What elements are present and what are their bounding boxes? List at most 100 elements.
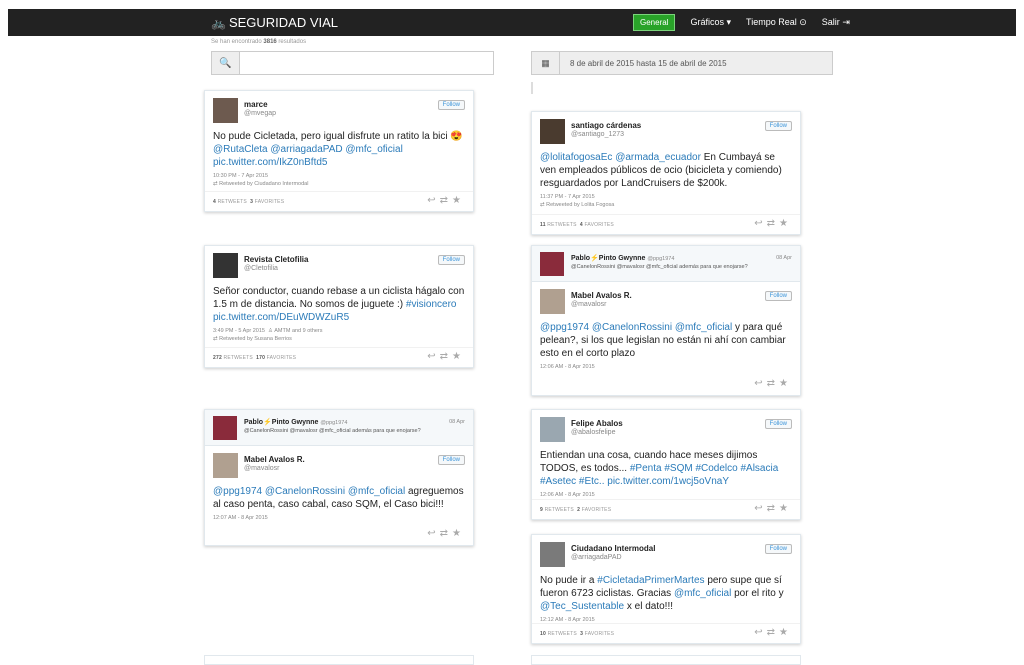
retweet-small-icon: ⇄ bbox=[213, 336, 218, 342]
nav-tiempo-real[interactable]: Tiempo Real ⊙ bbox=[746, 17, 807, 28]
favorite-icon[interactable]: ★ bbox=[779, 627, 792, 638]
parent-author-name[interactable]: Pablo⚡Pinto Gwynne bbox=[571, 255, 645, 262]
tweet-body-d: x el dato!!! bbox=[626, 601, 674, 612]
reply-icon[interactable]: ↩ bbox=[427, 351, 439, 362]
tweet-card: Pablo⚡Pinto Gwynne @ppg1974 08 Apr @Cane… bbox=[204, 409, 474, 546]
follow-button[interactable]: Follow bbox=[764, 121, 792, 131]
retweets-label: RETWEETS bbox=[547, 631, 577, 637]
tweet-timestamp[interactable]: 12:06 AM - 8 Apr 2015 bbox=[540, 492, 792, 498]
tweet-timestamp[interactable]: 11:37 PM - 7 Apr 2015 bbox=[540, 194, 792, 200]
follow-button[interactable]: Follow bbox=[437, 255, 465, 265]
avatar[interactable] bbox=[213, 453, 238, 478]
tweet-footer: ↩⇄★ bbox=[532, 375, 800, 395]
tweet-links[interactable]: @RutaCleta @arriagadaPAD @mfc_oficial pi… bbox=[213, 144, 403, 168]
follow-button[interactable]: Follow bbox=[764, 419, 792, 429]
avatar[interactable] bbox=[213, 98, 238, 123]
follow-button[interactable]: Follow bbox=[764, 291, 792, 301]
parent-author-name[interactable]: Pablo⚡Pinto Gwynne bbox=[244, 419, 318, 426]
tweet-header: Ciudadano Intermodal @arriagadaPAD Follo… bbox=[532, 535, 800, 571]
clock-icon: ⊙ bbox=[799, 17, 807, 27]
follow-button[interactable]: Follow bbox=[437, 455, 465, 465]
reply-icon[interactable]: ↩ bbox=[754, 218, 766, 229]
search-input[interactable] bbox=[240, 52, 493, 74]
tweet-footer: 4 RETWEETS 3 FAVORITES ↩⇄★ bbox=[205, 191, 473, 211]
top-navbar: 🚲 SEGURIDAD VIAL General Gráficos ▾ Tiemp… bbox=[8, 9, 1016, 36]
tweet-mentions[interactable]: @lolitafogosaEc @armada_ecuador bbox=[540, 152, 701, 163]
date-range-picker[interactable]: ▦ 8 de abril de 2015 hasta 15 de abril d… bbox=[531, 51, 833, 75]
reply-icon[interactable]: ↩ bbox=[427, 195, 439, 206]
parent-author-handle[interactable]: @ppg1974 bbox=[647, 256, 674, 262]
results-number: 3816 bbox=[263, 39, 277, 45]
author-name[interactable]: Mabel Avalos R. bbox=[571, 291, 632, 300]
retweet-icon[interactable]: ⇄ bbox=[767, 378, 779, 389]
tweet-actions: ↩⇄★ bbox=[754, 627, 792, 638]
favorites-label: FAVORITES bbox=[254, 199, 285, 205]
favorite-icon[interactable]: ★ bbox=[452, 528, 465, 539]
brand[interactable]: 🚲 SEGURIDAD VIAL bbox=[211, 9, 338, 36]
timestamp-text[interactable]: 3:49 PM - 5 Apr 2015 bbox=[213, 328, 265, 334]
tweet-hashtag[interactable]: #visioncero bbox=[406, 299, 457, 310]
author-name[interactable]: Mabel Avalos R. bbox=[244, 455, 305, 464]
tweet-mention[interactable]: @mfc_oficial bbox=[674, 588, 731, 599]
tagged-users[interactable]: AMTM and 9 others bbox=[274, 328, 322, 334]
retweet-icon[interactable]: ⇄ bbox=[767, 218, 779, 229]
favorite-icon[interactable]: ★ bbox=[779, 218, 792, 229]
favorite-icon[interactable]: ★ bbox=[452, 195, 465, 206]
avatar[interactable] bbox=[213, 416, 237, 440]
retweet-icon[interactable]: ⇄ bbox=[440, 351, 452, 362]
author-handle[interactable]: @mvegap bbox=[244, 110, 276, 117]
author-handle[interactable]: @Cletofilia bbox=[244, 265, 278, 272]
author-name[interactable]: santiago cárdenas bbox=[571, 121, 641, 130]
avatar[interactable] bbox=[540, 542, 565, 567]
retweet-icon[interactable]: ⇄ bbox=[767, 627, 779, 638]
favorite-icon[interactable]: ★ bbox=[452, 351, 465, 362]
avatar[interactable] bbox=[540, 252, 564, 276]
reply-icon[interactable]: ↩ bbox=[754, 503, 766, 514]
avatar[interactable] bbox=[540, 417, 565, 442]
author-handle[interactable]: @abalosfelipe bbox=[571, 429, 615, 436]
reply-icon[interactable]: ↩ bbox=[754, 378, 766, 389]
tweet-text: @lolitafogosaEc @armada_ecuador En Cumba… bbox=[540, 151, 792, 190]
tweet-link[interactable]: pic.twitter.com/1wcj5oVnaY bbox=[607, 476, 729, 487]
retweet-icon[interactable]: ⇄ bbox=[440, 195, 452, 206]
retweet-icon[interactable]: ⇄ bbox=[767, 503, 779, 514]
tweet-text: Señor conductor, cuando rebase a un cicl… bbox=[213, 285, 465, 324]
favorite-icon[interactable]: ★ bbox=[779, 378, 792, 389]
author-handle[interactable]: @mavalosr bbox=[571, 301, 607, 308]
tweet-body-a: No pude ir a bbox=[540, 575, 595, 586]
avatar[interactable] bbox=[540, 289, 565, 314]
author-handle[interactable]: @mavalosr bbox=[244, 465, 280, 472]
author-name[interactable]: marce bbox=[244, 100, 268, 109]
tweet-timestamp[interactable]: 12:06 AM - 8 Apr 2015 bbox=[540, 364, 792, 370]
author-name[interactable]: Felipe Abalos bbox=[571, 419, 623, 428]
tweet-hashtag[interactable]: #CicletadaPrimerMartes bbox=[597, 575, 704, 586]
tweet-timestamp[interactable]: 12:07 AM - 8 Apr 2015 bbox=[213, 515, 465, 521]
tweet-stats: 272 RETWEETS 170 FAVORITES bbox=[213, 355, 296, 361]
author-handle[interactable]: @santiago_1273 bbox=[571, 131, 624, 138]
retweet-icon[interactable]: ⇄ bbox=[440, 528, 452, 539]
tweet-stats: 4 RETWEETS 3 FAVORITES bbox=[213, 199, 284, 205]
tweet-stats: 10 RETWEETS 3 FAVORITES bbox=[540, 631, 614, 637]
tweet-mentions[interactable]: @ppg1974 @CanelonRossini @mfc_oficial bbox=[540, 322, 732, 333]
favorite-icon[interactable]: ★ bbox=[779, 503, 792, 514]
favorite-count: 2 bbox=[577, 507, 581, 513]
nav-salir[interactable]: Salir ⇥ bbox=[822, 17, 850, 28]
avatar[interactable] bbox=[213, 253, 238, 278]
author-handle[interactable]: @arriagadaPAD bbox=[571, 554, 622, 561]
parent-author-handle[interactable]: @ppg1974 bbox=[320, 420, 347, 426]
tweet-timestamp[interactable]: 10:30 PM - 7 Apr 2015 bbox=[213, 173, 465, 179]
tweet-mentions[interactable]: @ppg1974 @CanelonRossini @mfc_oficial bbox=[213, 486, 405, 497]
author-name[interactable]: Ciudadano Intermodal bbox=[571, 544, 655, 553]
follow-button[interactable]: Follow bbox=[437, 100, 465, 110]
follow-button[interactable]: Follow bbox=[764, 544, 792, 554]
parent-text: @CanelonRossini @mavalosr @mfc_oficial a… bbox=[244, 428, 421, 434]
caret-down-icon: ▾ bbox=[726, 17, 732, 27]
avatar[interactable] bbox=[540, 119, 565, 144]
author-name[interactable]: Revista Cletofilia bbox=[244, 255, 308, 264]
tweet-link[interactable]: pic.twitter.com/DEuWDWZuR5 bbox=[213, 312, 349, 323]
reply-icon[interactable]: ↩ bbox=[427, 528, 439, 539]
nav-general[interactable]: General bbox=[633, 14, 676, 31]
tweet-mention[interactable]: @Tec_Sustentable bbox=[540, 601, 624, 612]
reply-icon[interactable]: ↩ bbox=[754, 627, 766, 638]
nav-graficos[interactable]: Gráficos ▾ bbox=[690, 17, 731, 28]
